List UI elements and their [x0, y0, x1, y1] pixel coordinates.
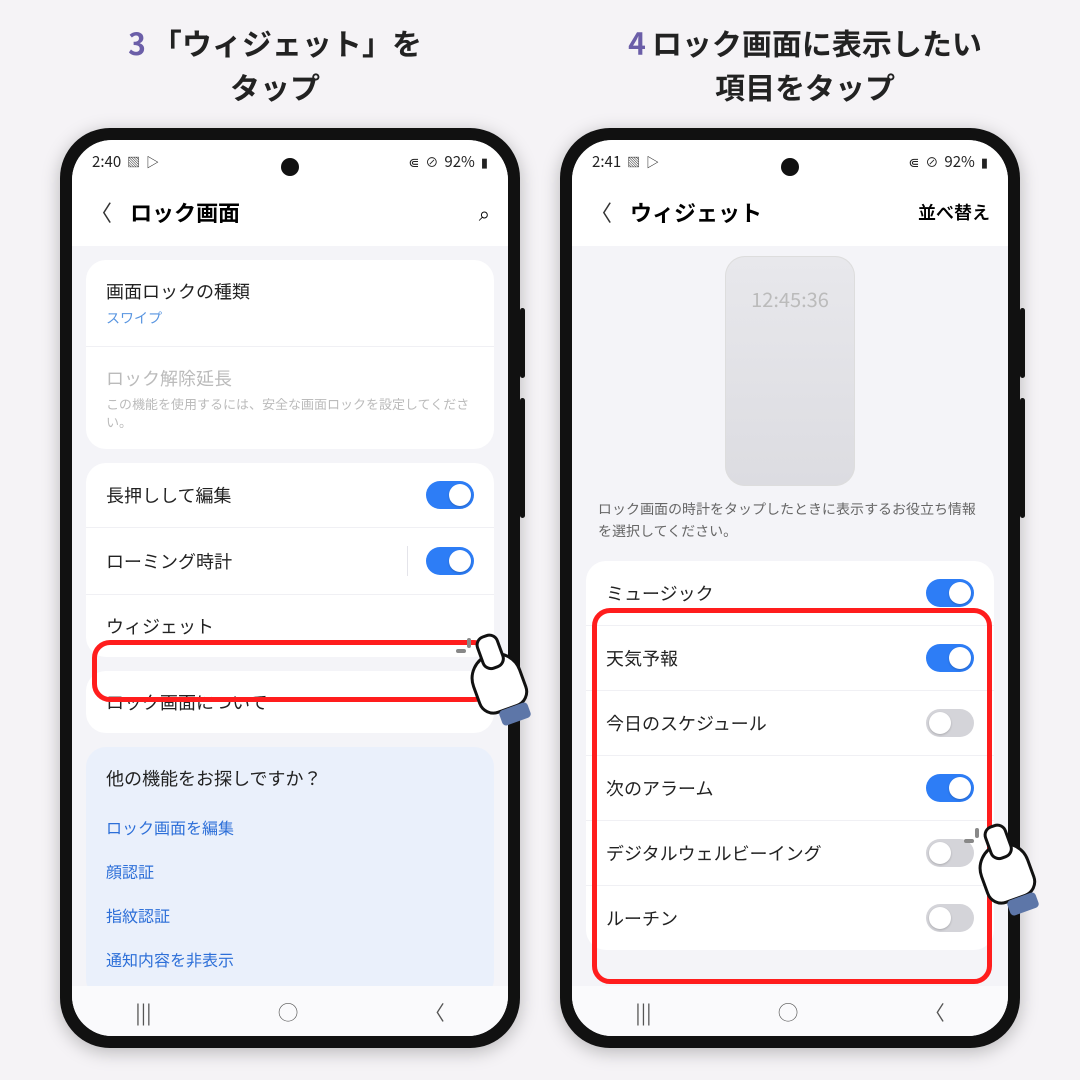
nav-back-icon[interactable]: 〈	[425, 997, 445, 1026]
image-icon: ▧	[627, 152, 640, 171]
row-title: ローミング時計	[106, 548, 393, 574]
row-title: ロック解除延長	[106, 365, 474, 391]
image-icon: ▧	[127, 152, 140, 171]
nav-home-icon[interactable]: ◯	[278, 997, 298, 1026]
toggle-roaming[interactable]	[426, 547, 474, 575]
card-lock-type: 画面ロックの種類 スワイプ ロック解除延長 この機能を使用するには、安全な画面ロ…	[86, 260, 494, 449]
caption-step4: 4ロック画面に表示したい 項目をタップ	[540, 20, 1070, 108]
caption-step3: 3「ウィジェット」を タップ	[10, 20, 540, 108]
app-bar: 〈 ウィジェット 並べ替え	[572, 182, 1008, 246]
card-options: 長押しして編集 ローミング時計 ウィジェット	[86, 463, 494, 657]
toggle-weather[interactable]	[926, 644, 974, 672]
camera-notch	[781, 158, 799, 176]
status-time: 2:40	[92, 151, 121, 172]
no-signal-icon: ⊘	[925, 152, 938, 171]
row-title: 長押しして編集	[106, 482, 412, 508]
search-icon[interactable]: ⌕	[479, 198, 490, 227]
divider	[407, 546, 408, 576]
lockscreen-preview: 12:45:36	[725, 256, 855, 486]
caption-3-line1: 「ウィジェット」を	[152, 20, 422, 64]
row-title: 天気予報	[606, 645, 912, 671]
card-about: ロック画面について	[86, 671, 494, 733]
row-title: デジタルウェルビーイング	[606, 840, 912, 866]
play-icon: ▷	[146, 152, 159, 171]
row-title: ロック画面について	[106, 689, 474, 715]
screen-right: 2:41 ▧ ▷ ⋐ ⊘ 92% ▮ 〈 ウィジェット 並べ替え 12:45:3…	[572, 140, 1008, 1036]
row-wellbeing[interactable]: デジタルウェルビーイング	[586, 821, 994, 886]
row-title: ルーチン	[606, 905, 912, 931]
row-long-press-edit[interactable]: 長押しして編集	[86, 463, 494, 528]
toggle-music[interactable]	[926, 579, 974, 607]
nav-bar: ||| ◯ 〈	[72, 986, 508, 1036]
caption-4-line1: ロック画面に表示したい	[652, 20, 982, 64]
nav-bar: ||| ◯ 〈	[572, 986, 1008, 1036]
row-title: 今日のスケジュール	[606, 710, 912, 736]
caption-4-line2: 項目をタップ	[540, 64, 1070, 108]
link-edit-lockscreen[interactable]: ロック画面を編集	[106, 805, 474, 849]
status-battery: 92%	[444, 151, 474, 172]
card-widget-list: ミュージック 天気予報 今日のスケジュール 次のアラーム デジタルウェルビーイン…	[586, 561, 994, 950]
play-icon: ▷	[646, 152, 659, 171]
reorder-button[interactable]: 並べ替え	[918, 199, 990, 225]
row-title: ウィジェット	[106, 613, 474, 639]
no-signal-icon: ⊘	[425, 152, 438, 171]
toggle-routine[interactable]	[926, 904, 974, 932]
row-subtitle: スワイプ	[106, 308, 474, 328]
preview-clock: 12:45:36	[751, 284, 829, 486]
card-more-features: 他の機能をお探しですか？ ロック画面を編集 顔認証 指紋認証 通知内容を非表示	[86, 747, 494, 999]
toggle-alarm[interactable]	[926, 774, 974, 802]
row-subtitle: この機能を使用するには、安全な画面ロックを設定してください。	[106, 395, 474, 431]
row-about-lockscreen[interactable]: ロック画面について	[86, 671, 494, 733]
row-lock-type[interactable]: 画面ロックの種類 スワイプ	[86, 260, 494, 347]
wifi-icon: ⋐	[908, 152, 919, 171]
step-number-4: 4	[628, 20, 646, 64]
row-roaming-clock[interactable]: ローミング時計	[86, 528, 494, 595]
nav-back-icon[interactable]: 〈	[925, 997, 945, 1026]
hint-text: ロック画面の時計をタップしたときに表示するお役立ち情報を選択してください。	[572, 498, 1008, 557]
row-routine[interactable]: ルーチン	[586, 886, 994, 950]
row-weather[interactable]: 天気予報	[586, 626, 994, 691]
row-title: 画面ロックの種類	[106, 278, 474, 304]
phone-right: 2:41 ▧ ▷ ⋐ ⊘ 92% ▮ 〈 ウィジェット 並べ替え 12:45:3…	[560, 128, 1020, 1048]
screen-left: 2:40 ▧ ▷ ⋐ ⊘ 92% ▮ 〈 ロック画面 ⌕	[72, 140, 508, 1036]
status-time: 2:41	[592, 151, 621, 172]
caption-3-line2: タップ	[10, 64, 540, 108]
row-title: ミュージック	[606, 580, 912, 606]
page-title: ウィジェット	[630, 196, 900, 228]
app-bar: 〈 ロック画面 ⌕	[72, 182, 508, 246]
link-face-auth[interactable]: 顔認証	[106, 849, 474, 893]
camera-notch	[281, 158, 299, 176]
nav-recents-icon[interactable]: |||	[635, 997, 651, 1026]
row-alarm[interactable]: 次のアラーム	[586, 756, 994, 821]
toggle-wellbeing[interactable]	[926, 839, 974, 867]
link-fingerprint[interactable]: 指紋認証	[106, 893, 474, 937]
battery-icon: ▮	[981, 152, 988, 171]
row-schedule[interactable]: 今日のスケジュール	[586, 691, 994, 756]
link-hide-notifications[interactable]: 通知内容を非表示	[106, 937, 474, 981]
back-icon[interactable]: 〈	[590, 196, 612, 228]
nav-recents-icon[interactable]: |||	[135, 997, 151, 1026]
row-widgets[interactable]: ウィジェット	[86, 595, 494, 657]
wifi-icon: ⋐	[408, 152, 419, 171]
back-icon[interactable]: 〈	[90, 196, 112, 228]
more-features-title: 他の機能をお探しですか？	[106, 765, 474, 791]
toggle-long-press[interactable]	[426, 481, 474, 509]
toggle-schedule[interactable]	[926, 709, 974, 737]
phone-left: 2:40 ▧ ▷ ⋐ ⊘ 92% ▮ 〈 ロック画面 ⌕	[60, 128, 520, 1048]
row-title: 次のアラーム	[606, 775, 912, 801]
status-battery: 92%	[944, 151, 974, 172]
page-title: ロック画面	[130, 196, 461, 228]
step-number-3: 3	[128, 20, 146, 64]
row-extend-unlock: ロック解除延長 この機能を使用するには、安全な画面ロックを設定してください。	[86, 347, 494, 449]
nav-home-icon[interactable]: ◯	[778, 997, 798, 1026]
row-music[interactable]: ミュージック	[586, 561, 994, 626]
battery-icon: ▮	[481, 152, 488, 171]
